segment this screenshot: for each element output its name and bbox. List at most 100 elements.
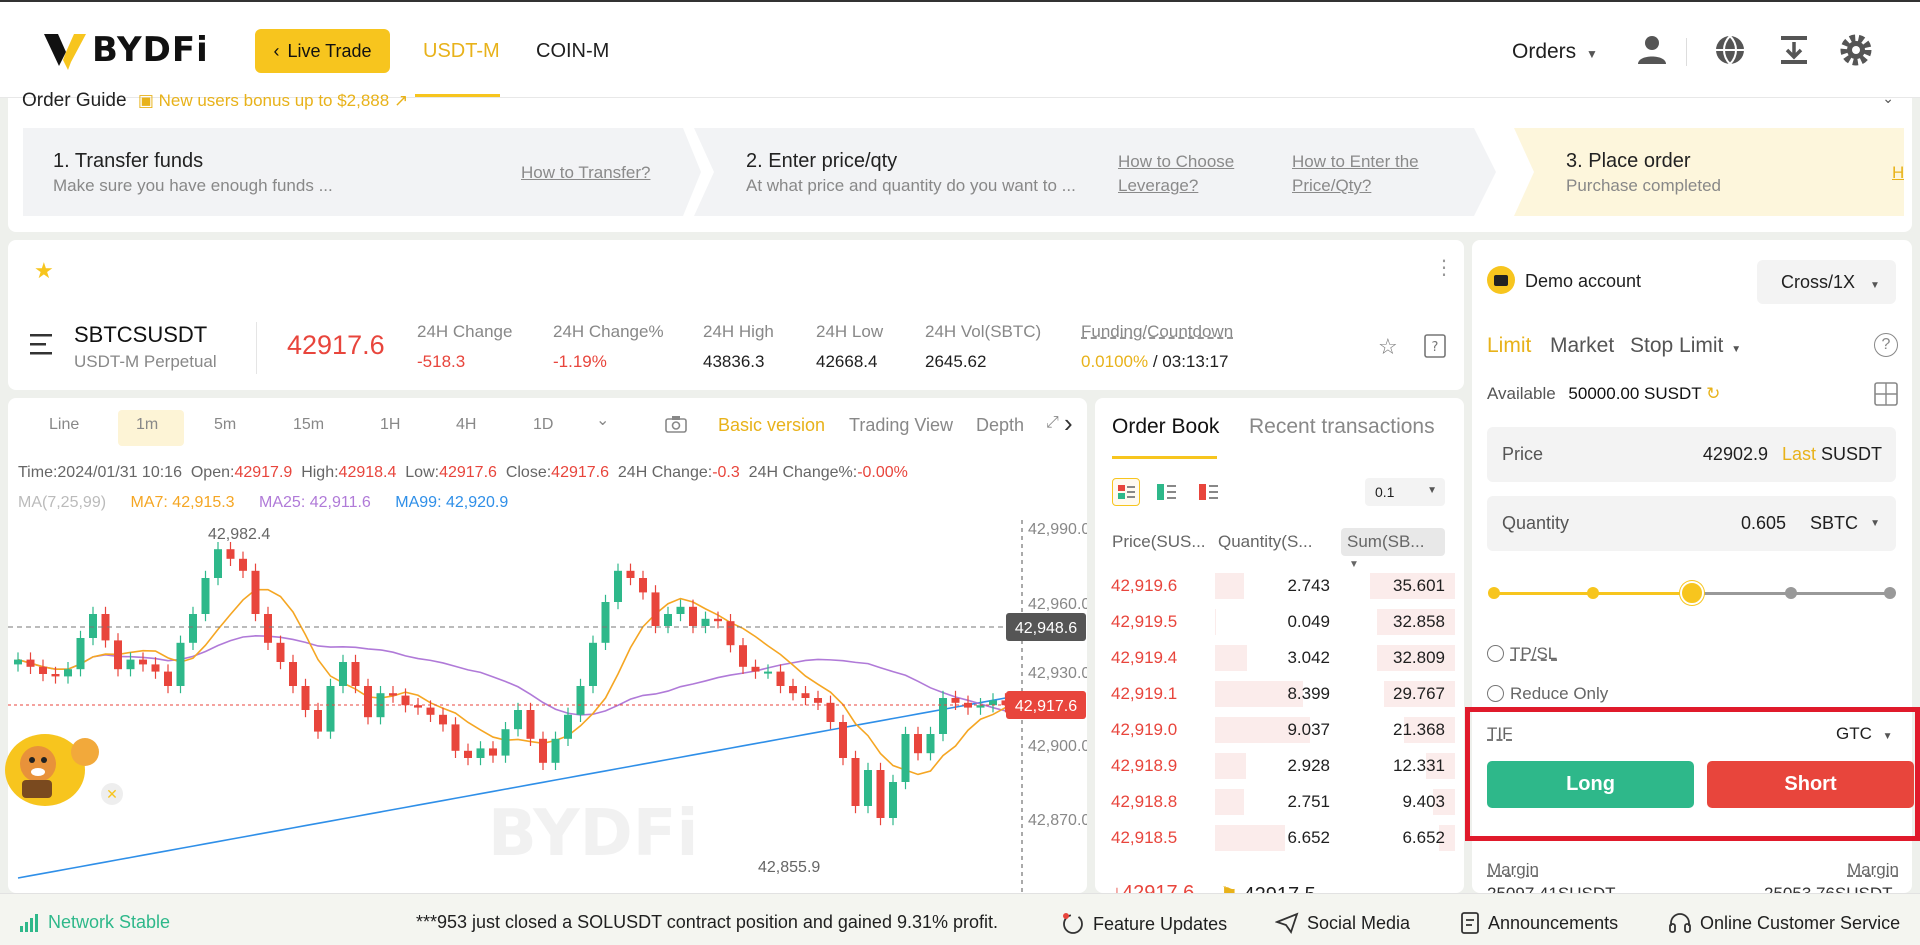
how-to-enter-price-link[interactable]: How to Enter the Price/Qty?: [1292, 150, 1419, 198]
how-to-transfer-link[interactable]: How to Transfer?: [521, 161, 650, 185]
last-price-button[interactable]: Last: [1782, 444, 1816, 465]
expand-icon[interactable]: ⤢: [1046, 414, 1059, 432]
slider-tick[interactable]: [1488, 587, 1500, 599]
slider-thumb[interactable]: [1680, 581, 1704, 605]
tab-usdt-m[interactable]: USDT-M: [423, 40, 500, 63]
candle-body: [851, 758, 860, 806]
slider-tick[interactable]: [1884, 587, 1896, 599]
slider-tick[interactable]: [1785, 587, 1797, 599]
tab-coin-m[interactable]: COIN-M: [536, 40, 609, 63]
view-asks-icon[interactable]: [1199, 482, 1219, 502]
view-depth[interactable]: Depth: [976, 415, 1024, 436]
reduce-only-option[interactable]: Reduce Only: [1487, 684, 1608, 704]
candle-body: [326, 686, 335, 732]
favorite-star-icon[interactable]: ★: [34, 258, 54, 284]
quantity-input[interactable]: 0.605: [1741, 513, 1786, 534]
candle-info: Time:2024/01/31 10:16 Open:42917.9 High:…: [18, 464, 908, 482]
bonus-link[interactable]: ▣ New users bonus up to $2,888 ↗: [138, 91, 408, 110]
quantity-field[interactable]: Quantity 0.605 SBTC ▼: [1487, 496, 1896, 551]
header-sum[interactable]: Sum(SB... ▼: [1341, 528, 1445, 570]
globe-icon[interactable]: [1712, 32, 1748, 68]
precision-select[interactable]: 0.1 ▼: [1365, 478, 1445, 506]
candle-body: [689, 606, 697, 626]
quantity-unit[interactable]: SBTC: [1810, 513, 1858, 534]
timeframe-1d[interactable]: 1D: [533, 416, 553, 434]
candle-body: [726, 621, 735, 646]
help-icon[interactable]: ?: [1874, 333, 1898, 357]
feature-updates-link[interactable]: Feature Updates: [1061, 912, 1227, 936]
timeframe-line[interactable]: Line: [49, 416, 79, 434]
mascot-widget[interactable]: [0, 730, 110, 810]
watermark-logo: BYDFi: [488, 797, 698, 871]
candle-body: [489, 748, 497, 756]
orders-menu[interactable]: Orders ▼: [1512, 40, 1598, 64]
candlestick-chart[interactable]: BYDFi 42,990.0 42,960.0 42,930.0 42,900.…: [8, 520, 1087, 893]
view-both-icon[interactable]: [1112, 478, 1140, 506]
timeframe-1m[interactable]: 1m: [136, 416, 158, 434]
margin-mode-select[interactable]: Cross/1X ▼: [1757, 260, 1896, 304]
view-tradingview[interactable]: Trading View: [849, 415, 953, 436]
symbol-type: USDT-M Perpetual: [74, 352, 217, 371]
tpsl-option[interactable]: TP/SL: [1487, 644, 1557, 664]
candle-body: [239, 558, 247, 571]
order-type-stop-limit[interactable]: Stop Limit ▼: [1630, 334, 1741, 358]
symbol-name[interactable]: SBTCSUSDT: [74, 322, 207, 348]
slider-tick[interactable]: [1587, 587, 1599, 599]
ask-row[interactable]: 42,919.5 0.049 32.858: [1095, 604, 1464, 640]
collapse-chevron-icon[interactable]: ⌄: [1882, 90, 1894, 107]
more-vertical-icon[interactable]: ⋮: [1434, 258, 1454, 278]
gear-icon[interactable]: [1838, 32, 1874, 68]
live-trade-button[interactable]: ‹ Live Trade: [255, 29, 390, 73]
view-basic[interactable]: Basic version: [718, 415, 825, 436]
candle-body: [114, 640, 122, 670]
link-line: Price/Qty?: [1292, 176, 1372, 195]
symbol-menu-icon[interactable]: [30, 332, 56, 356]
user-icon[interactable]: [1634, 32, 1670, 68]
timeframe-15m[interactable]: 15m: [293, 416, 324, 434]
contract-info-icon[interactable]: ?: [1424, 334, 1446, 358]
info-chg: -0.3: [712, 464, 740, 481]
timeframe-1h[interactable]: 1H: [380, 416, 400, 434]
announcements-link[interactable]: Announcements: [1460, 912, 1618, 934]
order-type-limit[interactable]: Limit: [1487, 334, 1531, 358]
how-to-choose-leverage-link[interactable]: How to Choose Leverage?: [1118, 150, 1234, 198]
candle-body: [501, 729, 510, 756]
ask-row[interactable]: 42,918.8 2.751 9.403: [1095, 784, 1464, 820]
candle-body: [714, 618, 722, 622]
camera-icon[interactable]: [665, 415, 687, 433]
ask-row[interactable]: 42,919.0 9.037 21.368: [1095, 712, 1464, 748]
ask-row[interactable]: 42,918.5 6.652 6.652: [1095, 820, 1464, 856]
ask-row[interactable]: 42,919.1 8.399 29.767: [1095, 676, 1464, 712]
quantity-slider[interactable]: [1488, 581, 1896, 605]
tpsl-radio[interactable]: [1487, 645, 1504, 662]
brand-logo[interactable]: BYDFi: [44, 30, 209, 70]
bonus-text: New users bonus up to $2,888: [158, 91, 390, 110]
ask-row[interactable]: 42,919.4 3.042 32.809: [1095, 640, 1464, 676]
timeframe-5m[interactable]: 5m: [214, 416, 236, 434]
customer-service-link[interactable]: Online Customer Service: [1668, 912, 1900, 934]
calculator-icon[interactable]: [1874, 382, 1898, 406]
social-media-link[interactable]: Social Media: [1275, 912, 1410, 934]
tab-order-book[interactable]: Order Book: [1112, 415, 1219, 439]
price-field[interactable]: Price 42902.9 Last SUSDT: [1487, 427, 1896, 482]
price-input[interactable]: 42902.9: [1703, 444, 1768, 465]
candle-body: [226, 549, 235, 559]
tab-recent-transactions[interactable]: Recent transactions: [1249, 415, 1435, 439]
timeframe-more-chevron-icon[interactable]: ⌄: [596, 410, 609, 430]
ask-row[interactable]: 42,918.9 2.928 12.331: [1095, 748, 1464, 784]
reduce-only-radio[interactable]: [1487, 685, 1504, 702]
funding-label[interactable]: Funding/Countdown: [1081, 322, 1233, 342]
guide-more-link[interactable]: H: [1892, 161, 1904, 185]
ask-row[interactable]: 42,919.6 2.743 35.601: [1095, 568, 1464, 604]
orderbook-mark: ⚑ 42917.5: [1220, 882, 1316, 893]
view-bids-icon[interactable]: [1157, 482, 1177, 502]
last-price: 42917.6: [287, 330, 385, 360]
download-icon[interactable]: [1776, 32, 1812, 68]
chevron-right-icon[interactable]: ›: [1064, 408, 1073, 439]
transfer-icon[interactable]: ↻: [1706, 384, 1720, 403]
close-mascot-icon[interactable]: ✕: [101, 783, 123, 805]
star-outline-icon[interactable]: ☆: [1378, 334, 1398, 360]
timeframe-4h[interactable]: 4H: [456, 416, 476, 434]
order-guide-title: Order Guide ▣ New users bonus up to $2,8…: [22, 90, 408, 112]
order-type-market[interactable]: Market: [1550, 334, 1614, 358]
